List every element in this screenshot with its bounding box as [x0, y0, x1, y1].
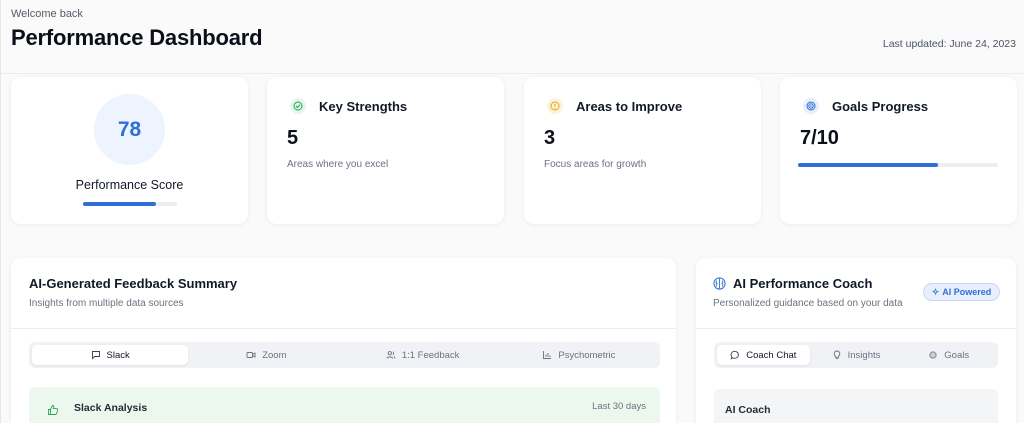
- tab-insights[interactable]: Insights: [810, 345, 903, 365]
- coach-title: AI Performance Coach: [733, 276, 873, 291]
- badge-label: AI Powered: [942, 287, 992, 297]
- areas-to-improve-card: Areas to Improve 3 Focus areas for growt…: [524, 77, 761, 224]
- metric-title: Key Strengths: [319, 99, 408, 114]
- metric-value: 3: [544, 127, 556, 149]
- tab-label: Goals: [944, 349, 970, 361]
- users-icon: [386, 351, 396, 359]
- performance-score-card: 78 Performance Score: [11, 77, 248, 224]
- metric-subtitle: Focus areas for growth: [544, 159, 647, 170]
- metric-value: 7/10: [800, 127, 839, 149]
- goals-progress-bar: [798, 163, 998, 167]
- thumbs-up-icon: [48, 405, 59, 415]
- goals-progress-card: Goals Progress 7/10: [780, 77, 1017, 224]
- score-value: 78: [117, 117, 142, 141]
- ai-powered-badge: ✧ AI Powered: [923, 283, 1000, 301]
- ai-coach-card: AI Performance Coach ✧ AI Powered Person…: [696, 258, 1016, 423]
- coach-chat-panel: AI Coach: [714, 389, 998, 423]
- lightbulb-icon: [833, 350, 840, 360]
- goals-progress-fill: [798, 163, 938, 167]
- tab-coach-chat[interactable]: Coach Chat: [717, 345, 810, 365]
- analysis-title: Slack Analysis: [74, 402, 148, 414]
- score-label: Performance Score: [75, 178, 184, 192]
- bar-chart-icon: [543, 351, 552, 359]
- check-circle-icon: [290, 98, 306, 114]
- metric-subtitle: Areas where you excel: [287, 159, 389, 170]
- tab-slack[interactable]: Slack: [32, 345, 189, 365]
- feedback-summary-card: AI-Generated Feedback Summary Insights f…: [11, 258, 676, 423]
- tab-label: Coach Chat: [746, 349, 797, 361]
- feedback-source-tabs: Slack Zoom 1:1 Feedback Psychometric: [29, 342, 660, 368]
- metric-value: 5: [287, 127, 299, 149]
- alert-circle-icon: [547, 98, 563, 114]
- score-progress-fill: [83, 202, 157, 206]
- tab-label: Psychometric: [558, 349, 616, 361]
- tab-psychometric[interactable]: Psychometric: [501, 345, 657, 365]
- tab-goals[interactable]: Goals: [902, 345, 995, 365]
- tab-zoom[interactable]: Zoom: [188, 345, 344, 365]
- tab-label: Insights: [847, 349, 881, 361]
- tab-label: Zoom: [262, 349, 287, 361]
- feedback-subtitle: Insights from multiple data sources: [29, 298, 184, 309]
- target-icon: [929, 351, 938, 359]
- tab-1on1-feedback[interactable]: 1:1 Feedback: [345, 345, 501, 365]
- last-updated: Last updated: June 24, 2023: [882, 38, 1016, 50]
- slack-analysis-panel: Slack Analysis Last 30 days: [29, 387, 660, 423]
- score-progress-bar: [83, 202, 177, 206]
- sparkles-icon: ✧: [931, 286, 940, 297]
- message-circle-icon: [730, 350, 740, 360]
- analysis-period: Last 30 days: [592, 401, 646, 412]
- score-circle: 78: [94, 94, 165, 165]
- tab-label: Slack: [106, 349, 130, 361]
- header-divider: [1, 73, 1024, 74]
- feedback-title: AI-Generated Feedback Summary: [29, 276, 238, 291]
- metric-title: Areas to Improve: [576, 99, 683, 114]
- message-square-icon: [91, 351, 100, 360]
- coach-chat-title: AI Coach: [725, 404, 771, 416]
- tab-label: 1:1 Feedback: [401, 349, 460, 361]
- key-strengths-card: Key Strengths 5 Areas where you excel: [267, 77, 504, 224]
- video-icon: [246, 352, 256, 358]
- target-icon: [803, 98, 819, 114]
- coach-divider: [696, 328, 1016, 329]
- page-title: Performance Dashboard: [11, 25, 263, 50]
- welcome-text: Welcome back: [11, 8, 83, 20]
- brain-icon: [713, 277, 726, 290]
- coach-subtitle: Personalized guidance based on your data: [713, 298, 903, 309]
- metric-title: Goals Progress: [832, 99, 929, 114]
- coach-tabs: Coach Chat Insights Goals: [714, 342, 998, 368]
- feedback-divider: [11, 328, 676, 329]
- dashboard-page: Welcome back Performance Dashboard Last …: [0, 0, 1024, 423]
